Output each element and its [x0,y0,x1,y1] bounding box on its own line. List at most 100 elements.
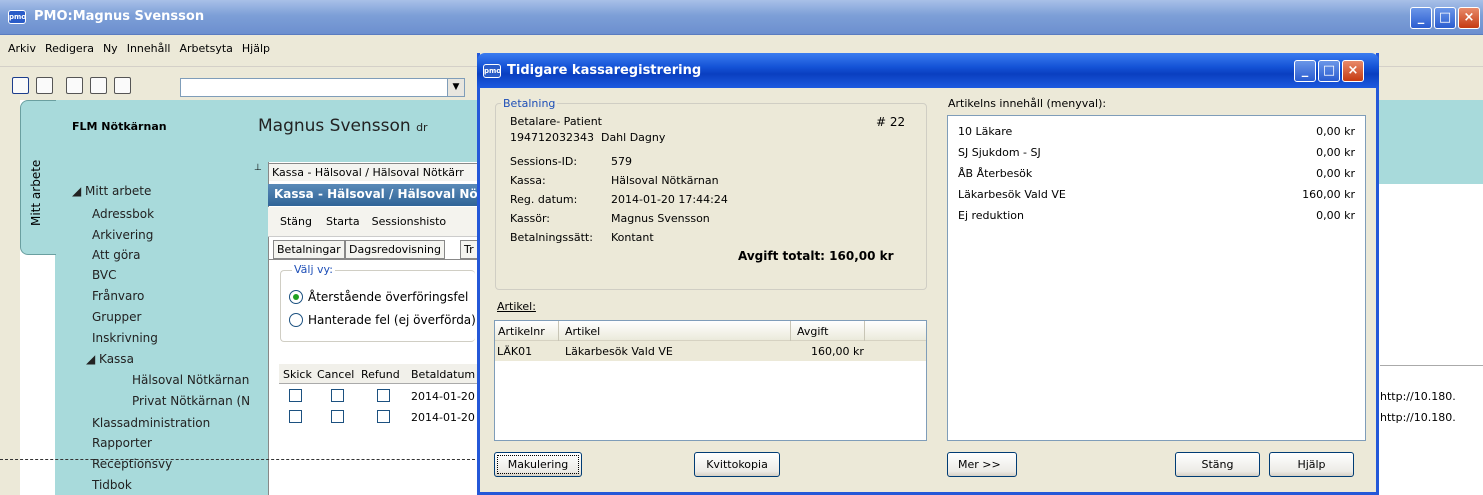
toolbar-copy-icon[interactable] [90,77,107,94]
col-avgift[interactable]: Avgift [797,325,828,338]
payment-legend: Betalning [501,97,558,110]
article-list[interactable]: Artikelnr Artikel Avgift LÄK01 Läkarbesö… [494,320,927,441]
nav-kassa-label: Kassa [99,352,134,366]
nav-item[interactable]: Att göra [92,248,140,262]
menu-innehall[interactable]: Innehåll [127,42,171,55]
article-name: Läkarbesök Vald VE [565,345,673,358]
list-item[interactable]: Läkarbesök Vald VE 160,00 kr [948,186,1365,207]
kassa-starta-button[interactable]: Starta [326,215,360,228]
nav-kassa-child[interactable]: Privat Nötkärnan (N [132,394,250,408]
kassa-sessionshistorik-button[interactable]: Sessionshisto [372,215,447,228]
nav-item[interactable]: Tidbok [92,478,132,492]
user-suffix: dr [416,121,428,134]
stang-button[interactable]: Stäng [1175,452,1260,477]
row2-date[interactable]: 2014-01-20 [411,411,475,424]
table-row[interactable]: LÄK01 Läkarbesök Vald VE 160,00 kr [495,341,926,361]
field-label: Kassör: [510,212,550,225]
field-value: 2014-01-20 17:44:24 [611,193,728,206]
pmo-dialog-icon: pmo [483,64,501,78]
col-refund[interactable]: Refund [361,368,400,381]
nav-item[interactable]: Inskrivning [92,331,158,345]
kassa-doc-tab[interactable]: Kassa - Hälsoval / Hälsoval Nötkärr [268,163,478,181]
maximize-icon[interactable]: □ [1434,7,1456,29]
item-name: ÅB Återbesök [958,167,1033,180]
col-artikel[interactable]: Artikel [565,325,600,338]
field-value: Magnus Svensson [611,212,710,225]
col-skick[interactable]: Skick [283,368,312,381]
col-cancel[interactable]: Cancel [317,368,354,381]
list-item[interactable]: 10 Läkare 0,00 kr [948,123,1365,144]
main-titlebar[interactable]: pmo PMO:Magnus Svensson _ □ × [0,0,1483,35]
item-amount: 0,00 kr [1316,146,1355,159]
list-item[interactable]: ÅB Återbesök 0,00 kr [948,165,1365,186]
field-label: Sessions-ID: [510,155,578,168]
dialog-close-icon[interactable]: × [1342,60,1364,82]
contents-list[interactable]: 10 Läkare 0,00 kr SJ Sjukdom - SJ 0,00 kr … [947,115,1366,441]
dialog-maximize-icon[interactable]: □ [1318,60,1340,82]
mitt-arbete-tab[interactable]: Mitt arbete [20,100,56,255]
nav-item[interactable]: Arkivering [92,228,153,242]
col-betaldatum[interactable]: Betaldatum [411,368,475,381]
chevron-down-icon[interactable]: ▼ [447,79,464,96]
tab-tr[interactable]: Tr [460,240,478,259]
kassa-stang-button[interactable]: Stäng [280,215,312,228]
radio-aterstaende-label: Återstående överföringsfel [308,290,469,304]
item-amount: 0,00 kr [1316,209,1355,222]
nav-item[interactable]: Adressbok [92,207,154,221]
patient-info: 194712032343 Dahl Dagny [510,131,666,144]
row2-refund-checkbox[interactable] [377,410,390,423]
dialog-titlebar[interactable]: pmo Tidigare kassaregistrering _ □ × [477,53,1379,88]
toolbar-window-icon[interactable] [114,77,131,94]
close-icon[interactable]: × [1458,7,1480,29]
nav-kassa[interactable]: ◢ Kassa [86,352,134,366]
radio-hanterade[interactable] [289,313,303,327]
tab-betalningar[interactable]: Betalningar [273,240,345,259]
item-name: 10 Läkare [958,125,1013,138]
row1-cancel-checkbox[interactable] [331,389,344,402]
minimize-icon[interactable]: _ [1410,7,1432,29]
menu-redigera[interactable]: Redigera [45,42,94,55]
toolbar-close-icon[interactable] [36,77,53,94]
list-item[interactable]: Ej reduktion 0,00 kr [948,207,1365,228]
nav-item[interactable]: BVC [92,268,116,282]
toolbar-new-icon[interactable] [66,77,83,94]
toolbar-combo[interactable]: ▼ [180,78,465,97]
dialog-minimize-icon[interactable]: _ [1294,60,1316,82]
collapse-icon: ◢ [72,184,86,198]
nav-item[interactable]: Frånvaro [92,289,144,303]
row1-skick-checkbox[interactable] [289,389,302,402]
hjalp-button[interactable]: Hjälp [1269,452,1354,477]
nav-kassa-child[interactable]: Hälsoval Nötkärnan [132,373,249,387]
row2-skick-checkbox[interactable] [289,410,302,423]
item-name: Läkarbesök Vald VE [958,188,1066,201]
payer-label: Betalare- Patient [510,115,602,128]
radio-aterstaende[interactable] [289,290,303,304]
pin-icon[interactable]: ⊥ [254,163,262,173]
row1-date[interactable]: 2014-01-20 [411,390,475,403]
list-item[interactable]: SJ Sjukdom - SJ 0,00 kr [948,144,1365,165]
url-cell[interactable]: http://10.180. [1380,390,1483,403]
nav-root[interactable]: ◢ Mitt arbete [72,184,151,198]
nav-item[interactable]: Klassadministration [92,416,210,430]
row1-refund-checkbox[interactable] [377,389,390,402]
mer-button[interactable]: Mer >> [947,452,1017,477]
menu-arbetsyta[interactable]: Arbetsyta [179,42,232,55]
pmo-app-icon: pmo [8,10,26,24]
user-name-text: Magnus Svensson [258,116,411,136]
menu-hjalp[interactable]: Hjälp [242,42,270,55]
url-cell[interactable]: http://10.180. [1380,411,1483,424]
tab-dagsredovisning[interactable]: Dagsredovisning [345,240,445,259]
mitt-arbete-tab-label: Mitt arbete [29,159,43,226]
col-artikelnr[interactable]: Artikelnr [498,325,545,338]
nav-item[interactable]: Rapporter [92,436,152,450]
row2-cancel-checkbox[interactable] [331,410,344,423]
makulering-button[interactable]: Makulering [494,452,582,477]
item-amount: 0,00 kr [1316,125,1355,138]
menu-ny[interactable]: Ny [103,42,118,55]
kassa-grid-header: Skick Cancel Refund Betaldatum [279,364,478,384]
toolbar-p-icon[interactable] [12,77,29,94]
kvittokopia-button[interactable]: Kvittokopia [694,452,780,477]
menu-arkiv[interactable]: Arkiv [8,42,36,55]
nav-item[interactable]: Grupper [92,310,141,324]
field-label: Betalningssätt: [510,231,593,244]
